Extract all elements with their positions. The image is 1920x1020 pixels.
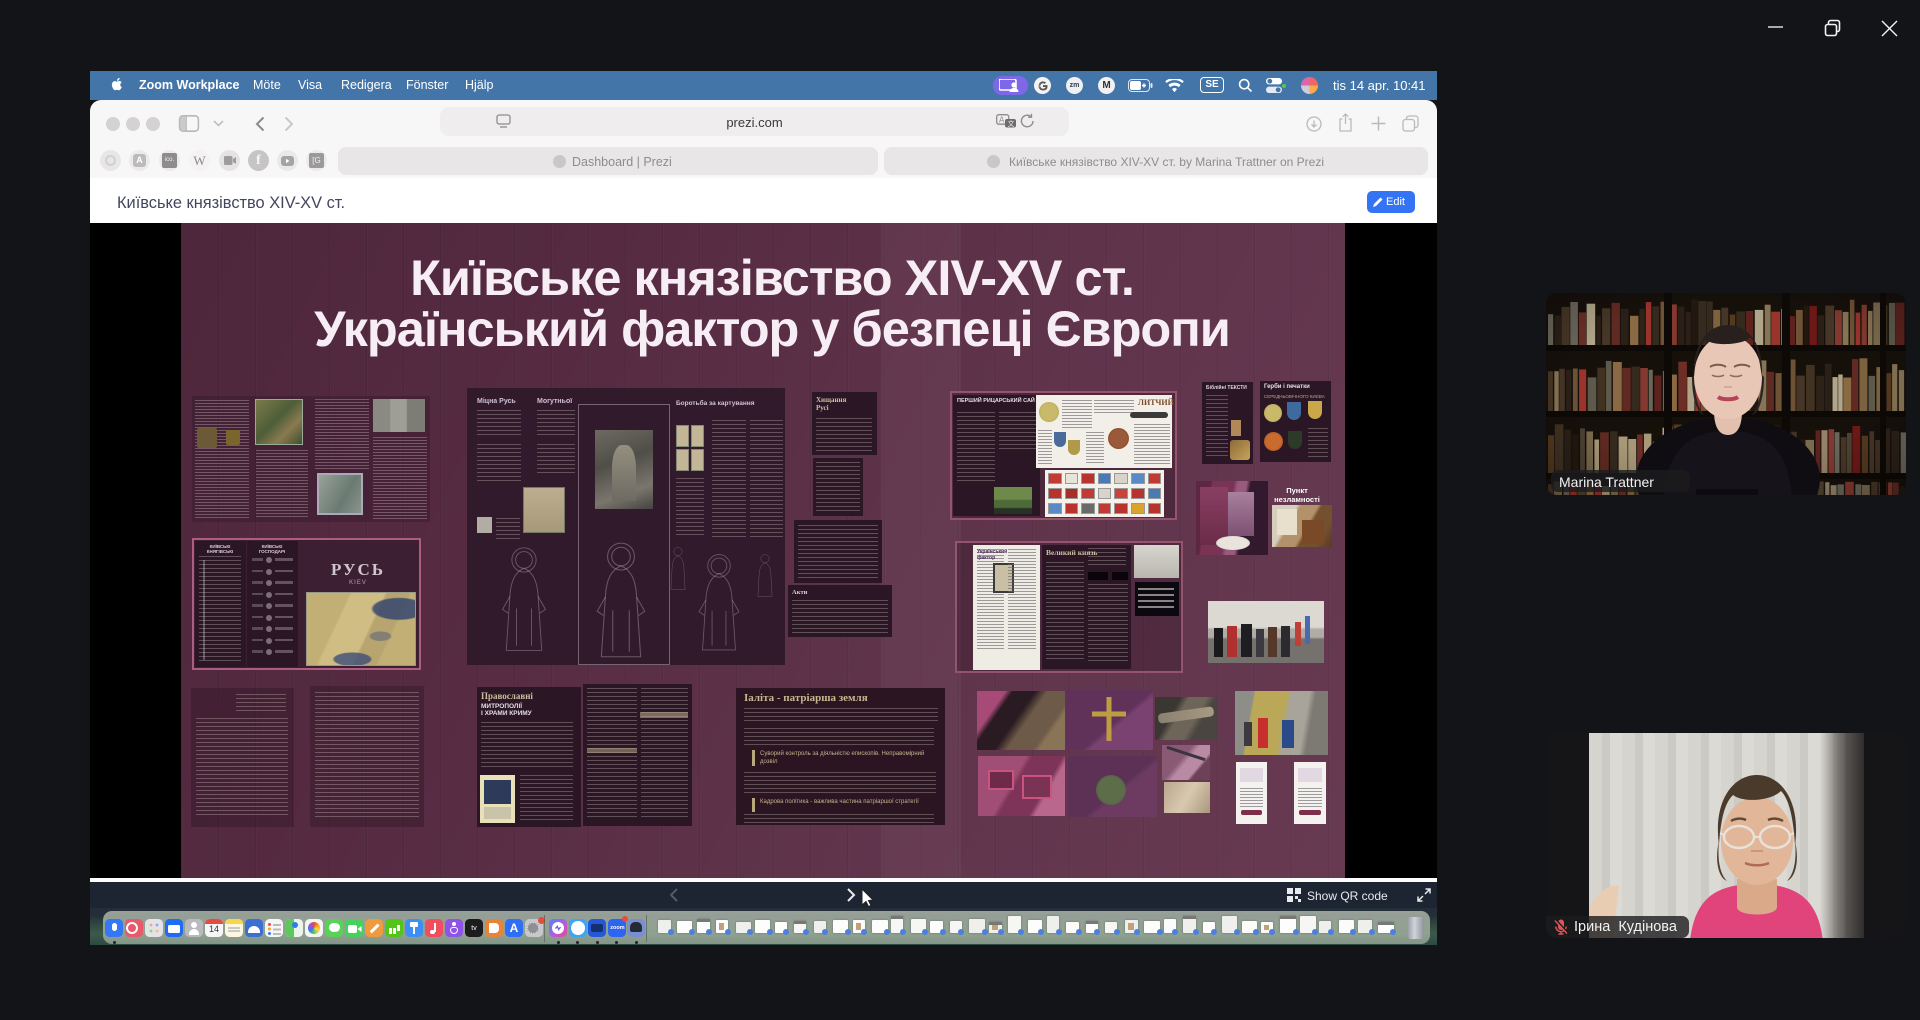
svg-text:文: 文 [1008,119,1015,128]
svg-text:A: A [999,116,1005,125]
